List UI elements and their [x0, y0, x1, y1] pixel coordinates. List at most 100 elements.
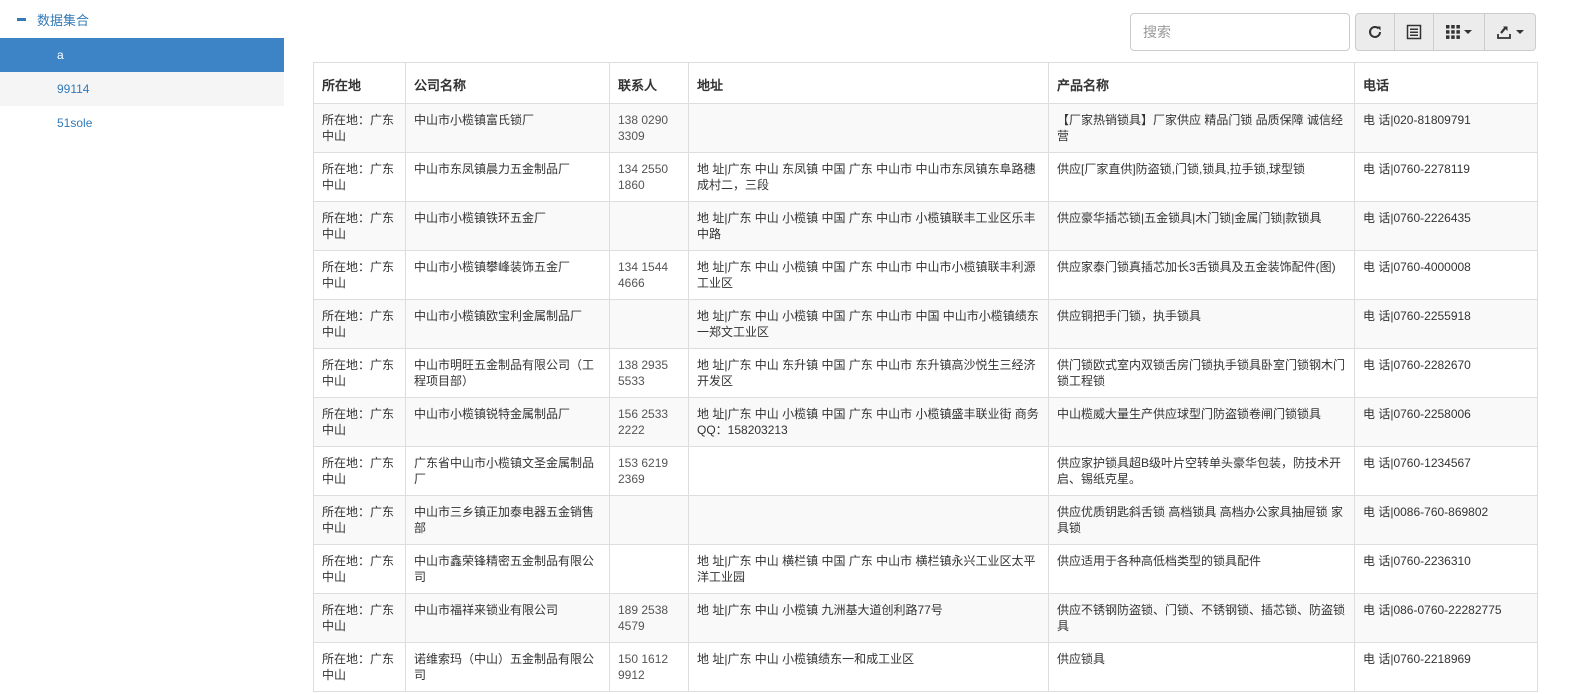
cell-company: 中山市明旺五金制品有限公司（工程项目部）	[405, 348, 610, 398]
cell-product: 供应不锈钢防盗锁、门锁、不锈钢锁、插芯锁、防盗锁具	[1048, 593, 1355, 643]
cell-contact	[609, 299, 689, 349]
data-table-container: 所在地 公司名称 联系人 地址 产品名称 电话 所在地：广东中山 中山市小榄镇富氏锁厂 138…	[313, 62, 1538, 692]
cell-company: 中山市小榄镇攀峰装饰五金厂	[405, 250, 610, 300]
cell-company: 中山市小榄镇铁环五金厂	[405, 201, 610, 251]
cell-company: 广东省中山市小榄镇文圣金属制品厂	[405, 446, 610, 496]
cell-phone: 电 话|0760-2278119	[1354, 152, 1538, 202]
cell-phone: 电 话|0086-760-869802	[1354, 495, 1538, 545]
column-header-address[interactable]: 地址	[688, 62, 1049, 104]
collapse-minus-icon[interactable]	[17, 17, 26, 21]
tree-item-51sole[interactable]: 51sole	[0, 106, 284, 140]
cell-company: 中山市小榄镇欧宝利金属制品厂	[405, 299, 610, 349]
cell-location: 所在地：广东中山	[313, 299, 406, 349]
cell-product: 供应铜把手门锁，执手锁具	[1048, 299, 1355, 349]
data-table: 所在地 公司名称 联系人 地址 产品名称 电话 所在地：广东中山 中山市小榄镇富氏锁厂 138…	[313, 62, 1538, 692]
cell-location: 所在地：广东中山	[313, 103, 406, 153]
cell-company: 中山市东凤镇晨力五金制品厂	[405, 152, 610, 202]
cell-contact	[609, 544, 689, 594]
table-row[interactable]: 所在地：广东中山 中山市三乡镇正加泰电器五金销售部 供应优质钥匙斜舌锁 高档锁具 高…	[313, 495, 1538, 545]
cell-phone: 电 话|0760-2218969	[1354, 642, 1538, 692]
table-header-row: 所在地 公司名称 联系人 地址 产品名称 电话	[313, 62, 1538, 104]
table-row[interactable]: 所在地：广东中山 中山市小榄镇欧宝利金属制品厂 地 址|广东 中山 小榄镇 中国 广…	[313, 299, 1538, 349]
cell-phone: 电 话|0760-2282670	[1354, 348, 1538, 398]
cell-phone: 电 话|0760-2236310	[1354, 544, 1538, 594]
cell-contact	[609, 201, 689, 251]
cell-phone: 电 话|0760-2255918	[1354, 299, 1538, 349]
cell-location: 所在地：广东中山	[313, 544, 406, 594]
tree-item-label: 99114	[57, 82, 90, 96]
cell-company: 中山市小榄镇富氏锁厂	[405, 103, 610, 153]
cell-address: 地 址|广东 中山 小榄镇 中国 广东 中山市 中山市小榄镇联丰利源工业区	[688, 250, 1049, 300]
cell-contact	[609, 495, 689, 545]
list-view-icon	[1406, 24, 1422, 40]
cell-address: 地 址|广东 中山 横栏镇 中国 广东 中山市 横栏镇永兴工业区太平洋工业园	[688, 544, 1049, 594]
cell-address: 地 址|广东 中山 小榄镇绩东一和成工业区	[688, 642, 1049, 692]
columns-grid-icon	[1446, 25, 1460, 39]
cell-location: 所在地：广东中山	[313, 642, 406, 692]
cell-address: 地 址|广东 中山 东凤镇 中国 广东 中山市 中山市东凤镇东阜路穗成村二，三段	[688, 152, 1049, 202]
tree-item-label: 51sole	[57, 116, 93, 130]
cell-contact: 134 2550 1860	[609, 152, 689, 202]
table-row[interactable]: 所在地：广东中山 中山市明旺五金制品有限公司（工程项目部） 138 2935 553…	[313, 348, 1538, 398]
cell-location: 所在地：广东中山	[313, 397, 406, 447]
table-row[interactable]: 所在地：广东中山 中山市小榄镇锐特金属制品厂 156 2533 2222 地 址|广东…	[313, 397, 1538, 447]
column-header-company[interactable]: 公司名称	[405, 62, 610, 104]
cell-location: 所在地：广东中山	[313, 593, 406, 643]
column-header-contact[interactable]: 联系人	[609, 62, 689, 104]
chevron-down-icon	[1516, 30, 1524, 34]
cell-address	[688, 103, 1049, 153]
cell-address: 地 址|广东 中山 东升镇 中国 广东 中山市 东升镇高沙悦生三经济开发区	[688, 348, 1049, 398]
cell-contact: 153 6219 2369	[609, 446, 689, 496]
cell-address: 地 址|广东 中山 小榄镇 中国 广东 中山市 中国 中山市小榄镇绩东一郑文工业…	[688, 299, 1049, 349]
cell-address: 地 址|广东 中山 小榄镇 九洲基大道创利路77号	[688, 593, 1049, 643]
table-row[interactable]: 所在地：广东中山 中山市小榄镇攀峰装饰五金厂 134 1544 4666 地 址|广东…	[313, 250, 1538, 300]
toggle-view-button[interactable]	[1394, 13, 1434, 51]
cell-product: 供应锁具	[1048, 642, 1355, 692]
table-row[interactable]: 所在地：广东中山 中山市东凤镇晨力五金制品厂 134 2550 1860 地 址|广东…	[313, 152, 1538, 202]
column-header-phone[interactable]: 电话	[1354, 62, 1538, 104]
cell-location: 所在地：广东中山	[313, 152, 406, 202]
table-row[interactable]: 所在地：广东中山 中山市福祥来锁业有限公司 189 2538 4579 地 址|广东 …	[313, 593, 1538, 643]
column-header-location[interactable]: 所在地	[313, 62, 406, 104]
table-row[interactable]: 所在地：广东中山 中山市小榄镇铁环五金厂 地 址|广东 中山 小榄镇 中国 广东 中…	[313, 201, 1538, 251]
cell-product: 中山榄威大量生产供应球型门防盗锁卷闸门锁锁具	[1048, 397, 1355, 447]
search-input[interactable]	[1130, 13, 1350, 51]
cell-product: 供应豪华插芯锁|五金锁具|木门锁|金属门锁|款锁具	[1048, 201, 1355, 251]
cell-company: 诺维索玛（中山）五金制品有限公司	[405, 642, 610, 692]
cell-location: 所在地：广东中山	[313, 495, 406, 545]
cell-phone: 电 话|0760-2226435	[1354, 201, 1538, 251]
cell-address: 地 址|广东 中山 小榄镇 中国 广东 中山市 小榄镇联丰工业区乐丰中路	[688, 201, 1049, 251]
cell-address: 地 址|广东 中山 小榄镇 中国 广东 中山市 小榄镇盛丰联业街 商务QQ：15…	[688, 397, 1049, 447]
cell-contact: 138 2935 5533	[609, 348, 689, 398]
tree-item-99114[interactable]: 99114	[0, 72, 284, 106]
table-toolbar	[1130, 13, 1536, 51]
cell-location: 所在地：广东中山	[313, 201, 406, 251]
cell-phone: 电 话|086-0760-22282775	[1354, 593, 1538, 643]
cell-contact: 134 1544 4666	[609, 250, 689, 300]
table-row[interactable]: 所在地：广东中山 广东省中山市小榄镇文圣金属制品厂 153 6219 2369 供应家…	[313, 446, 1538, 496]
tree-root-data-collection[interactable]: 数据集合	[0, 0, 284, 38]
refresh-icon	[1369, 25, 1381, 38]
cell-phone: 电 话|0760-4000008	[1354, 250, 1538, 300]
cell-address	[688, 446, 1049, 496]
export-dropdown-button[interactable]	[1484, 13, 1536, 51]
table-row[interactable]: 所在地：广东中山 中山市鑫荣锋精密五金制品有限公司 地 址|广东 中山 横栏镇 中国…	[313, 544, 1538, 594]
cell-product: 供应家护锁具超B级叶片空转单头豪华包装，防技术开启、锡纸克星。	[1048, 446, 1355, 496]
sidebar-tree: 数据集合 a 99114 51sole	[0, 0, 284, 140]
cell-phone: 电 话|0760-2258006	[1354, 397, 1538, 447]
tree-item-a[interactable]: a	[0, 38, 284, 72]
cell-phone: 电 话|020-81809791	[1354, 103, 1538, 153]
cell-product: 供门锁欧式室内双锁舌房门锁执手锁具卧室门锁钢木门锁工程锁	[1048, 348, 1355, 398]
table-row[interactable]: 所在地：广东中山 诺维索玛（中山）五金制品有限公司 150 1612 9912 地 址…	[313, 642, 1538, 692]
refresh-button[interactable]	[1355, 13, 1395, 51]
cell-location: 所在地：广东中山	[313, 446, 406, 496]
cell-contact: 138 0290 3309	[609, 103, 689, 153]
table-row[interactable]: 所在地：广东中山 中山市小榄镇富氏锁厂 138 0290 3309 【厂家热销锁具】厂…	[313, 103, 1538, 153]
column-header-product[interactable]: 产品名称	[1048, 62, 1355, 104]
cell-contact: 156 2533 2222	[609, 397, 689, 447]
cell-address	[688, 495, 1049, 545]
cell-company: 中山市小榄镇锐特金属制品厂	[405, 397, 610, 447]
toolbar-button-group	[1355, 13, 1536, 51]
tree-item-label: a	[57, 48, 64, 62]
columns-dropdown-button[interactable]	[1433, 13, 1485, 51]
